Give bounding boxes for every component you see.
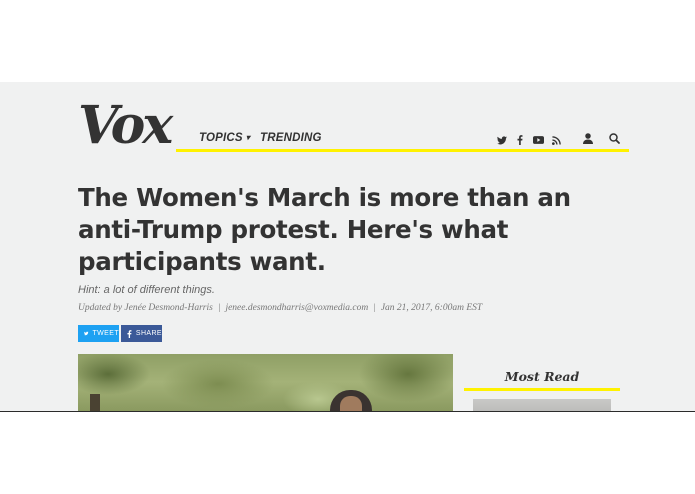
byline-date: Jan 21, 2017, 6:00am EST: [380, 303, 483, 313]
byline-author[interactable]: Updated by Jenée Desmond-Harris: [78, 303, 213, 313]
share-button-label: SHARE: [135, 330, 162, 337]
article-hero-image: [78, 354, 453, 411]
browser-viewport: Vox TOPICS ▾ TRENDING The Women's March i…: [0, 82, 695, 412]
most-read-heading: Most Read: [504, 369, 580, 384]
rss-icon[interactable]: [552, 134, 561, 146]
chevron-down-icon: ▾: [245, 133, 251, 142]
tweet-button[interactable]: TWEET: [78, 325, 119, 342]
hero-person-face: [340, 396, 362, 411]
nav-trending[interactable]: TRENDING: [260, 132, 322, 144]
byline-separator: |: [373, 303, 376, 313]
tweet-button-label: TWEET: [92, 330, 119, 337]
hero-tree-trunk: [90, 394, 100, 411]
vox-logo[interactable]: Vox: [78, 98, 173, 154]
twitter-icon[interactable]: [497, 134, 507, 146]
nav-underline: [176, 149, 629, 152]
byline-separator: |: [217, 303, 221, 313]
nav-topics-label: TOPICS: [199, 132, 243, 144]
facebook-share-button[interactable]: SHARE: [121, 325, 162, 342]
twitter-icon: [84, 331, 89, 336]
nav-topics[interactable]: TOPICS ▾: [199, 132, 250, 144]
article-byline: Updated by Jenée Desmond-Harris | jenee.de…: [78, 303, 482, 313]
youtube-icon[interactable]: [533, 134, 544, 146]
user-icon[interactable]: [583, 132, 593, 144]
facebook-icon[interactable]: [516, 134, 523, 146]
most-read-thumbnail[interactable]: [473, 399, 611, 411]
search-icon[interactable]: [609, 132, 620, 144]
article-headline: The Women's March is more than an anti-T…: [78, 183, 571, 276]
facebook-icon: [127, 329, 132, 338]
article-dek: Hint: a lot of different things.: [78, 284, 215, 296]
most-read-underline: [464, 388, 620, 391]
byline-email-link[interactable]: jenee.desmondharris@voxmedia.com: [225, 303, 368, 313]
